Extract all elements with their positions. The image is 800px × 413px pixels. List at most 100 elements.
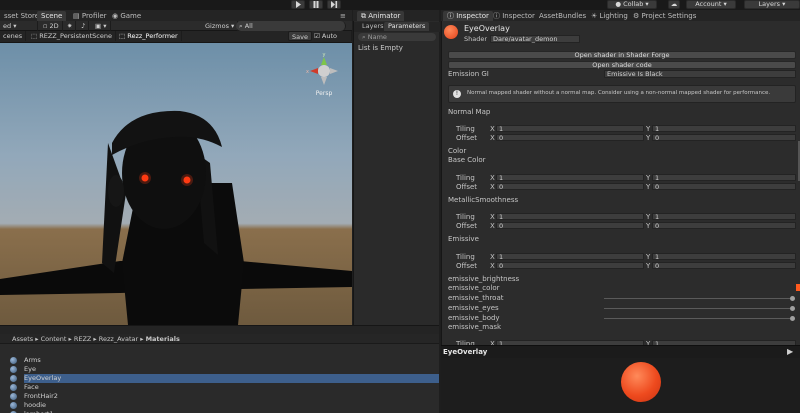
lightbulb-icon: ☀ bbox=[591, 12, 598, 20]
normal-tiling-y[interactable]: 1 bbox=[652, 125, 796, 133]
slider-handle[interactable] bbox=[790, 316, 795, 321]
metallic-tiling-x[interactable]: 1 bbox=[496, 213, 644, 221]
material-preview[interactable] bbox=[441, 358, 800, 413]
audio-toggle[interactable]: ♪ bbox=[78, 21, 90, 31]
profiler-icon: ▤ bbox=[73, 12, 80, 20]
auto-save-toggle[interactable]: ☑ Auto Save bbox=[311, 31, 352, 50]
project-breadcrumb: Assets ▸ Content ▸ REZZ ▸ Rezz_Avatar ▸ … bbox=[0, 334, 439, 344]
metallic-offset-y[interactable]: 0 bbox=[652, 222, 796, 230]
base-offset-x[interactable]: 0 bbox=[496, 183, 644, 191]
offset-label: Offset bbox=[456, 134, 478, 142]
prop-emissive-eyes: emissive_eyes bbox=[448, 304, 499, 312]
emissive-throat-slider[interactable] bbox=[604, 298, 790, 299]
breadcrumb-content[interactable]: Content bbox=[41, 335, 67, 343]
slider-handle[interactable] bbox=[790, 306, 795, 311]
material-icon bbox=[10, 402, 17, 409]
save-button[interactable]: Save bbox=[288, 31, 312, 41]
step-icon bbox=[331, 1, 338, 8]
scene-search-input[interactable]: ⌕ All bbox=[236, 21, 346, 31]
tiling-label: Tiling bbox=[456, 174, 475, 182]
slider-handle[interactable] bbox=[790, 296, 795, 301]
metallic-offset-x[interactable]: 0 bbox=[496, 222, 644, 230]
speaker-icon: ♪ bbox=[81, 22, 86, 30]
parameter-search-input[interactable]: ⌕ Name bbox=[358, 33, 436, 41]
toggle-2d-button[interactable]: ▫ 2D bbox=[40, 21, 63, 31]
effects-toggle[interactable]: ▣ ▾ bbox=[92, 21, 111, 31]
normal-tiling-x[interactable]: 1 bbox=[496, 125, 644, 133]
list-item[interactable]: hoodie bbox=[10, 401, 439, 410]
info-icon: ! bbox=[453, 90, 461, 98]
pause-button[interactable] bbox=[309, 0, 323, 9]
list-item[interactable]: Arms bbox=[10, 356, 439, 365]
material-icon bbox=[10, 393, 17, 400]
prop-emissive-brightness: emissive_brightness bbox=[448, 275, 520, 283]
preview-play-icon[interactable]: ▶ bbox=[787, 347, 793, 356]
normal-offset-x[interactable]: 0 bbox=[496, 134, 644, 142]
emissive-eyes-slider[interactable] bbox=[604, 308, 790, 309]
emissive-tiling-y[interactable]: 1 bbox=[652, 253, 796, 261]
breadcrumb-assets[interactable]: Assets bbox=[12, 335, 33, 343]
list-item[interactable]: Eye bbox=[10, 365, 439, 374]
preview-title: EyeOverlay bbox=[443, 348, 488, 356]
avatar-hair-left bbox=[102, 143, 126, 273]
info-icon: ⓘ bbox=[493, 12, 500, 20]
collab-button[interactable]: ● Collab ▾ bbox=[607, 0, 657, 9]
base-tiling-x[interactable]: 1 bbox=[496, 174, 644, 182]
step-button[interactable] bbox=[327, 0, 341, 9]
shading-mode-dropdown[interactable]: ed ▾ bbox=[0, 21, 38, 31]
search-icon: ⌕ bbox=[362, 33, 366, 41]
breadcrumb-materials[interactable]: Materials bbox=[146, 335, 180, 343]
normal-map-warning: ! Normal mapped shader without a normal … bbox=[448, 85, 796, 103]
breadcrumb-item-persistent[interactable]: ⬚ REZZ_PersistentScene bbox=[28, 31, 116, 41]
project-tabbar bbox=[0, 326, 439, 334]
material-preview-icon bbox=[444, 25, 458, 39]
scene-breadcrumb: cenes ⬚ REZZ_PersistentScene ⬚ Rezz_Perf… bbox=[0, 31, 352, 50]
lighting-toggle[interactable]: ✷ bbox=[64, 21, 77, 31]
normal-offset-y[interactable]: 0 bbox=[652, 134, 796, 142]
metallic-tiling-y[interactable]: 1 bbox=[652, 213, 796, 221]
inspector-panel: EyeOverlay Shader Dare/avatar_demon Open… bbox=[441, 21, 800, 345]
normal-map-label: Normal Map bbox=[448, 108, 491, 116]
play-button[interactable] bbox=[291, 0, 305, 9]
tab-parameters[interactable]: Parameters bbox=[384, 22, 430, 31]
breadcrumb-item-scenes[interactable]: cenes bbox=[0, 31, 27, 41]
emissive-color-swatch[interactable] bbox=[796, 284, 800, 291]
gizmos-dropdown[interactable]: Gizmos ▾ bbox=[202, 21, 239, 31]
material-icon bbox=[10, 366, 17, 373]
cloud-icon: ☁ bbox=[670, 0, 678, 8]
emissive-offset-x[interactable]: 0 bbox=[496, 262, 644, 270]
base-offset-y[interactable]: 0 bbox=[652, 183, 796, 191]
base-tiling-y[interactable]: 1 bbox=[652, 174, 796, 182]
preview-sphere bbox=[621, 362, 661, 402]
breadcrumb-rezz-avatar[interactable]: Rezz_Avatar bbox=[99, 335, 138, 343]
layers-dropdown[interactable]: Layers ▾ bbox=[744, 0, 800, 9]
list-item-selected[interactable]: EyeOverlay bbox=[10, 374, 439, 383]
list-item[interactable]: Face bbox=[10, 383, 439, 392]
cube-icon: ⬚ bbox=[31, 32, 38, 40]
avatar-left-eye-glow bbox=[139, 172, 151, 184]
emission-gi-dropdown[interactable]: Emissive Is Black bbox=[604, 70, 796, 78]
offset-label: Offset bbox=[456, 183, 478, 191]
play-icon bbox=[296, 1, 301, 8]
shader-dropdown[interactable]: Dare/avatar_demon bbox=[490, 35, 580, 43]
open-shader-code-button[interactable]: Open shader code bbox=[448, 61, 796, 69]
parameters-empty-text: List is Empty bbox=[358, 44, 403, 52]
scene-viewport[interactable]: y x Persp bbox=[0, 43, 352, 325]
tiling-label: Tiling bbox=[456, 253, 475, 261]
breadcrumb-item-performer[interactable]: ⬚ Rezz_Performer bbox=[116, 31, 182, 41]
emissive-tiling-x[interactable]: 1 bbox=[496, 253, 644, 261]
list-item[interactable]: FrontHair2 bbox=[10, 392, 439, 401]
emission-gi-label: Emission GI bbox=[448, 70, 489, 78]
info-icon: ⓘ bbox=[447, 12, 454, 20]
emissive-offset-y[interactable]: 0 bbox=[652, 262, 796, 270]
open-shader-forge-button[interactable]: Open shader in Shader Forge bbox=[448, 51, 796, 59]
emissive-body-slider[interactable] bbox=[604, 318, 790, 319]
breadcrumb-rezz[interactable]: REZZ bbox=[74, 335, 92, 343]
account-dropdown[interactable]: Account ▾ bbox=[686, 0, 736, 9]
project-panel: Assets ▸ Content ▸ REZZ ▸ Rezz_Avatar ▸ … bbox=[0, 325, 439, 413]
cloud-button[interactable]: ☁ bbox=[668, 0, 680, 9]
orientation-gizmo[interactable]: y x Persp bbox=[302, 51, 342, 97]
svg-text:y: y bbox=[323, 52, 326, 58]
prop-emissive-mask: emissive_mask bbox=[448, 323, 502, 331]
preview-header: EyeOverlay ▶ bbox=[441, 345, 800, 358]
